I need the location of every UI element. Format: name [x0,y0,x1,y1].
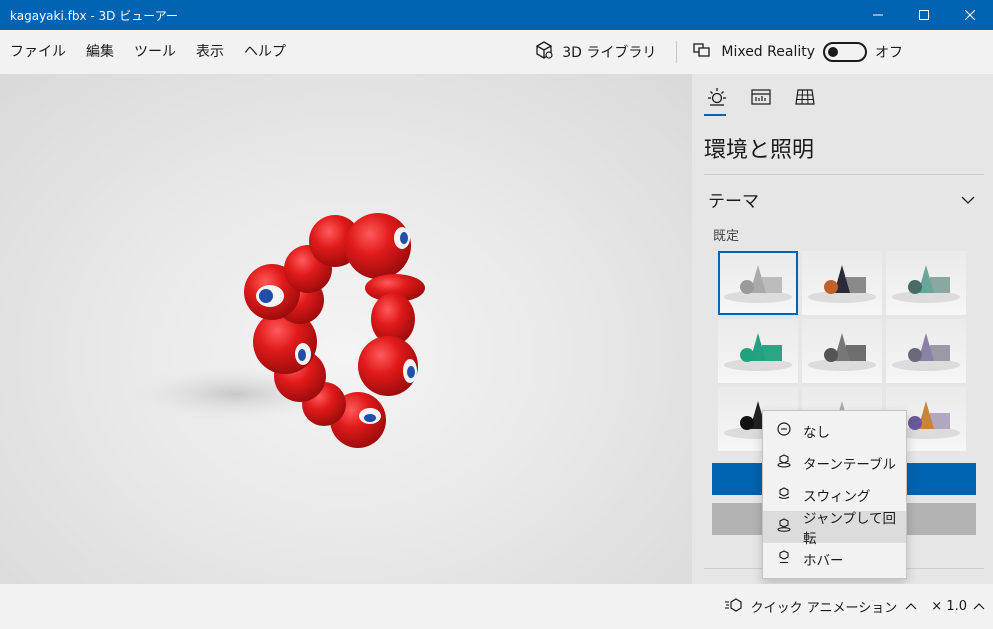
theme-sphere-shape [824,348,838,362]
theme-section-label: テーマ [708,191,759,212]
menu-edit[interactable]: 編集 [76,30,124,74]
theme-thumbnail[interactable] [802,251,882,315]
chevron-up-icon [973,599,985,614]
theme-sphere-shape [908,348,922,362]
quick-animation-button[interactable]: クイック アニメーション [724,597,932,617]
close-icon [965,10,975,20]
menu-view[interactable]: 表示 [186,30,234,74]
maximize-button[interactable] [901,0,947,30]
theme-thumbnail[interactable] [802,319,882,383]
jump-turn-icon [777,518,791,536]
theme-sphere-shape [740,416,754,430]
menu-tools[interactable]: ツール [124,30,186,74]
toggle-state-label: オフ [875,45,903,61]
menu-right-group: 3D ライブラリ Mixed Reality オフ [520,30,993,74]
default-label: 既定 [713,229,740,244]
menu-file[interactable]: ファイル [0,30,76,74]
mixed-reality-group: Mixed Reality オフ [683,40,993,64]
toggle-knob [828,47,838,57]
theme-thumbnail[interactable] [718,319,798,383]
3d-library-label: 3D ライブラリ [562,45,657,61]
turntable-icon [777,454,791,472]
mixed-reality-label: Mixed Reality [721,44,815,60]
minimize-icon [873,10,883,20]
tab-grid[interactable] [792,86,818,116]
theme-sphere-shape [740,348,754,362]
quick-animation-label: クイック アニメーション [750,601,898,616]
sun-icon [706,86,728,116]
theme-preview [724,265,792,303]
mixed-reality-icon [691,40,713,64]
option-label: ホバー [803,553,844,569]
animation-option-none[interactable]: なし [763,415,906,447]
theme-preview [808,265,876,303]
panel-title: 環境と照明 [704,138,815,163]
animation-dropdown: なし ターンテーブル スウィング ジャンプして回転 ホバー [762,410,907,579]
menu-help[interactable]: ヘルプ [234,30,296,74]
3d-viewport[interactable] [0,74,692,584]
stats-icon [750,86,772,116]
speed-label: × 1.0 [931,599,967,614]
title-bar: kagayaki.fbx - 3D ビューアー [0,0,993,30]
theme-sphere-shape [824,280,838,294]
hover-icon [777,550,791,568]
none-icon [777,422,791,440]
chevron-down-icon [961,189,975,209]
chevron-up-icon [905,599,917,614]
animation-speed-button[interactable]: × 1.0 [931,599,993,614]
tab-environment-lighting[interactable] [704,86,730,116]
theme-preview [892,265,960,303]
tab-stats[interactable] [748,86,774,116]
theme-sphere-shape [908,416,922,430]
theme-sphere-shape [740,280,754,294]
status-bar: クイック アニメーション × 1.0 [0,584,993,629]
cube-icon [534,40,554,64]
menu-bar: ファイル 編集 ツール 表示 ヘルプ 3D ライブラリ Mixed Realit… [0,30,993,74]
theme-section-header[interactable]: テーマ [692,175,993,223]
3d-model-render [125,213,425,448]
option-label: ターンテーブル [803,457,897,473]
menu-separator [676,41,678,63]
window-title: kagayaki.fbx - 3D ビューアー [10,8,179,23]
3d-library-button[interactable]: 3D ライブラリ [520,30,670,74]
theme-thumbnail[interactable] [886,251,966,315]
theme-preview [808,333,876,371]
theme-thumbnail[interactable] [718,251,798,315]
option-label: なし [803,425,830,441]
animation-option-jump-turn[interactable]: ジャンプして回転 [763,511,906,547]
theme-sphere-shape [908,280,922,294]
theme-thumbnail[interactable] [886,319,966,383]
maximize-icon [919,10,929,20]
close-button[interactable] [947,0,993,30]
theme-preview [892,333,960,371]
grid-icon [794,86,816,116]
animation-option-turntable[interactable]: ターンテーブル [763,447,906,479]
minimize-button[interactable] [855,0,901,30]
animation-option-hover[interactable]: ホバー [763,543,906,575]
option-label: スウィング [803,489,871,505]
animation-icon [724,597,743,617]
option-label: ジャンプして回転 [803,511,897,547]
swing-icon [777,486,791,504]
theme-preview [724,333,792,371]
panel-tabs [692,74,993,122]
mixed-reality-toggle[interactable] [823,42,867,62]
